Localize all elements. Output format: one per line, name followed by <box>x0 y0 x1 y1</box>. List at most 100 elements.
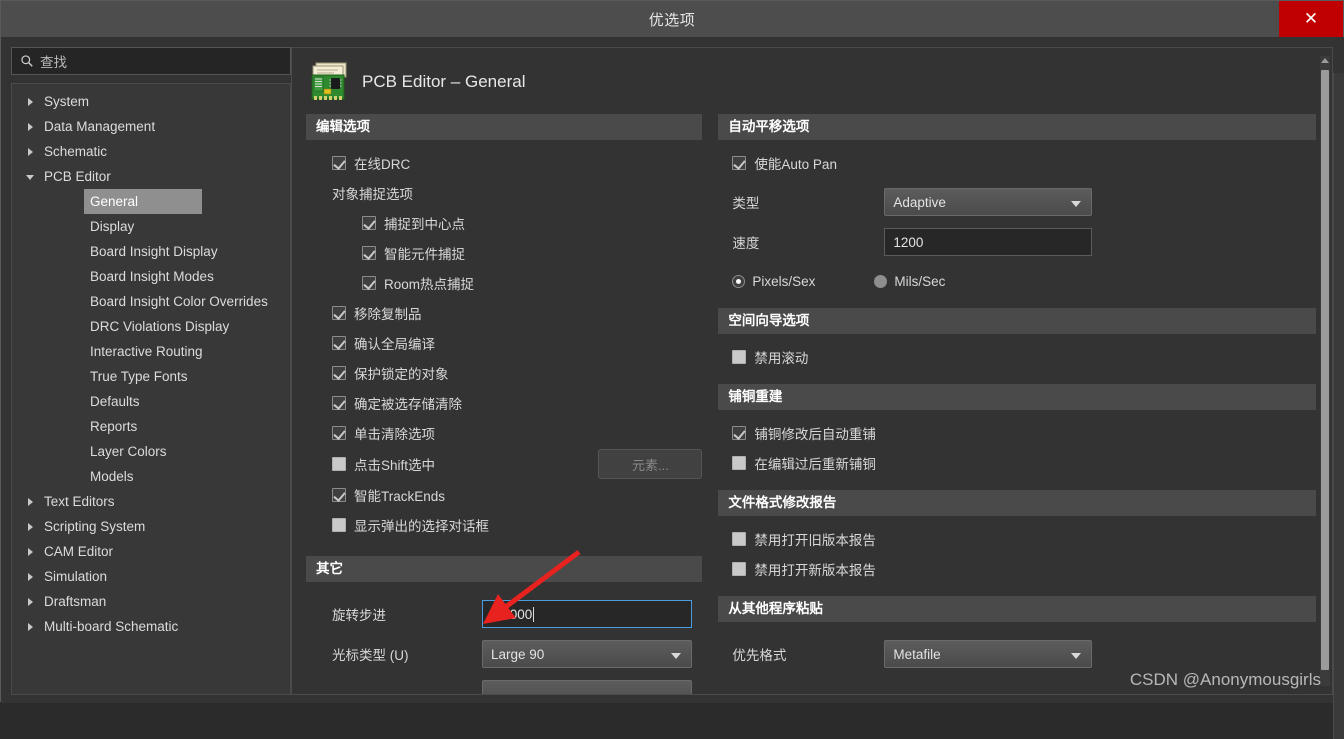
content-scrollbar[interactable] <box>1320 56 1330 686</box>
chevron-down-icon[interactable] <box>26 172 36 182</box>
checkbox-confirm-selection-memory-clear[interactable] <box>332 396 346 410</box>
partial-select[interactable] <box>482 680 692 695</box>
tree-item-label: Simulation <box>44 569 107 584</box>
chevron-right-icon[interactable] <box>26 497 36 507</box>
label-object-snap-options: 对象捕捉选项 <box>332 183 413 203</box>
row-shift-click-select: 点击Shift选中 元素... <box>306 448 702 480</box>
checkbox-row-confirm-selection-memory-clear[interactable]: 确定被选存储清除 <box>306 388 702 418</box>
checkbox-repour-after-modify[interactable] <box>732 426 746 440</box>
section-header-polygon-rebuild: 铺铜重建 <box>718 384 1316 410</box>
rotation-step-value: 90.000 <box>491 607 532 622</box>
search-input[interactable]: 查找 <box>11 47 291 75</box>
radio-pixels-sec[interactable] <box>732 275 745 288</box>
checkbox-row-protect-locked[interactable]: 保护锁定的对象 <box>306 358 702 388</box>
scrollbar-thumb[interactable] <box>1321 70 1329 670</box>
checkbox-online-drc[interactable] <box>332 156 346 170</box>
chevron-right-icon[interactable] <box>26 522 36 532</box>
checkbox-enable-auto-pan[interactable] <box>732 156 746 170</box>
tree-item-multi-board-schematic[interactable]: Multi-board Schematic <box>12 614 290 639</box>
rotation-step-input[interactable]: 90.000 <box>482 600 692 628</box>
checkbox-disable-new-version[interactable] <box>732 562 746 576</box>
checkbox-row-smart-track-ends[interactable]: 智能TrackEnds <box>306 480 702 510</box>
tree-item-true-type-fonts[interactable]: True Type Fonts <box>12 364 290 389</box>
label-row-object-snap: 对象捕捉选项 <box>306 178 702 208</box>
checkbox-row-room-hotspot-snap[interactable]: Room热点捕捉 <box>306 268 702 298</box>
window-body: 查找 SystemData ManagementSchematicPCB Edi… <box>1 37 1344 703</box>
checkbox-remove-duplicates[interactable] <box>332 306 346 320</box>
section-header-paste-from-other-programs: 从其他程序粘贴 <box>718 596 1316 622</box>
navigation-pane: 查找 SystemData ManagementSchematicPCB Edi… <box>11 47 291 695</box>
tree-item-general[interactable]: General <box>12 189 290 214</box>
chevron-right-icon[interactable] <box>26 147 36 157</box>
checkbox-disable-old-version[interactable] <box>732 532 746 546</box>
tree-item-board-insight-color-overrides[interactable]: Board Insight Color Overrides <box>12 289 290 314</box>
checkbox-smart-track-ends[interactable] <box>332 488 346 502</box>
chevron-right-icon[interactable] <box>26 547 36 557</box>
chevron-down-icon <box>671 653 681 659</box>
checkbox-row-enable-auto-pan[interactable]: 使能Auto Pan <box>718 148 1316 178</box>
checkbox-row-display-popup-select[interactable]: 显示弹出的选择对话框 <box>306 510 702 540</box>
checkbox-row-remove-duplicates[interactable]: 移除复制品 <box>306 298 702 328</box>
radio-row-pixels-sec[interactable]: Pixels/Sex <box>732 274 874 289</box>
right-settings-column: 自动平移选项 使能Auto Pan 类型 Adaptive <box>718 114 1316 695</box>
radio-row-mils-sec[interactable]: Mils/Sec <box>874 274 945 289</box>
tree-item-draftsman[interactable]: Draftsman <box>12 589 290 614</box>
tree-item-scripting-system[interactable]: Scripting System <box>12 514 290 539</box>
tree-item-cam-editor[interactable]: CAM Editor <box>12 539 290 564</box>
tree-item-reports[interactable]: Reports <box>12 414 290 439</box>
checkbox-click-clears-selection[interactable] <box>332 426 346 440</box>
section-header-file-format-change-report: 文件格式修改报告 <box>718 490 1316 516</box>
checkbox-row-repour-after-modify[interactable]: 铺铜修改后自动重铺 <box>718 418 1316 448</box>
checkbox-row-smart-component-snap[interactable]: 智能元件捕捉 <box>306 238 702 268</box>
scroll-up-arrow-icon[interactable] <box>1321 58 1329 63</box>
tree-item-data-management[interactable]: Data Management <box>12 114 290 139</box>
chevron-right-icon[interactable] <box>26 597 36 607</box>
label-cursor-type: 光标类型 (U) <box>332 644 482 664</box>
chevron-right-icon[interactable] <box>26 122 36 132</box>
chevron-right-icon[interactable] <box>26 572 36 582</box>
label-repour-after-modify: 铺铜修改后自动重铺 <box>754 423 876 443</box>
checkbox-row-repour-after-edit[interactable]: 在编辑过后重新铺铜 <box>718 448 1316 478</box>
window-scrollbar[interactable] <box>1333 73 1344 739</box>
checkbox-row-disable-new-version[interactable]: 禁用打开新版本报告 <box>718 554 1316 584</box>
checkbox-row-online-drc[interactable]: 在线DRC <box>306 148 702 178</box>
autopan-speed-input[interactable]: 1200 <box>884 228 1092 256</box>
chevron-right-icon[interactable] <box>26 622 36 632</box>
tree-item-layer-colors[interactable]: Layer Colors <box>12 439 290 464</box>
checkbox-row-click-clears-selection[interactable]: 单击清除选项 <box>306 418 702 448</box>
autopan-style-select[interactable]: Adaptive <box>884 188 1092 216</box>
checkbox-repour-after-edit[interactable] <box>732 456 746 470</box>
tree-item-pcb-editor[interactable]: PCB Editor <box>12 164 290 189</box>
checkbox-shift-click-select[interactable] <box>332 457 346 471</box>
tree-item-defaults[interactable]: Defaults <box>12 389 290 414</box>
checkbox-disable-rolling[interactable] <box>732 350 746 364</box>
checkbox-protect-locked[interactable] <box>332 366 346 380</box>
checkbox-row-disable-old-version[interactable]: 禁用打开旧版本报告 <box>718 524 1316 554</box>
checkbox-confirm-global-edit[interactable] <box>332 336 346 350</box>
chevron-right-icon[interactable] <box>26 97 36 107</box>
tree-item-schematic[interactable]: Schematic <box>12 139 290 164</box>
preferred-format-select[interactable]: Metafile <box>884 640 1092 668</box>
tree-item-board-insight-display[interactable]: Board Insight Display <box>12 239 290 264</box>
checkbox-room-hotspot-snap[interactable] <box>362 276 376 290</box>
radio-mils-sec[interactable] <box>874 275 887 288</box>
tree-item-system[interactable]: System <box>12 89 290 114</box>
tree-item-text-editors[interactable]: Text Editors <box>12 489 290 514</box>
tree-item-drc-violations-display[interactable]: DRC Violations Display <box>12 314 290 339</box>
checkbox-row-disable-rolling[interactable]: 禁用滚动 <box>718 342 1316 372</box>
page-title: PCB Editor – General <box>362 72 525 92</box>
tree-item-models[interactable]: Models <box>12 464 290 489</box>
tree-item-board-insight-modes[interactable]: Board Insight Modes <box>12 264 290 289</box>
checkbox-row-snap-center[interactable]: 捕捉到中心点 <box>306 208 702 238</box>
tree-item-simulation[interactable]: Simulation <box>12 564 290 589</box>
tree-item-display[interactable]: Display <box>12 214 290 239</box>
checkbox-smart-component-snap[interactable] <box>362 246 376 260</box>
preferences-tree[interactable]: SystemData ManagementSchematicPCB Editor… <box>11 83 291 695</box>
tree-item-interactive-routing[interactable]: Interactive Routing <box>12 339 290 364</box>
cursor-type-select[interactable]: Large 90 <box>482 640 692 668</box>
checkbox-snap-center[interactable] <box>362 216 376 230</box>
checkbox-row-confirm-global-edit[interactable]: 确认全局编译 <box>306 328 702 358</box>
checkbox-display-popup-select[interactable] <box>332 518 346 532</box>
close-icon[interactable]: ✕ <box>1279 1 1343 37</box>
primitives-button[interactable]: 元素... <box>598 449 702 479</box>
